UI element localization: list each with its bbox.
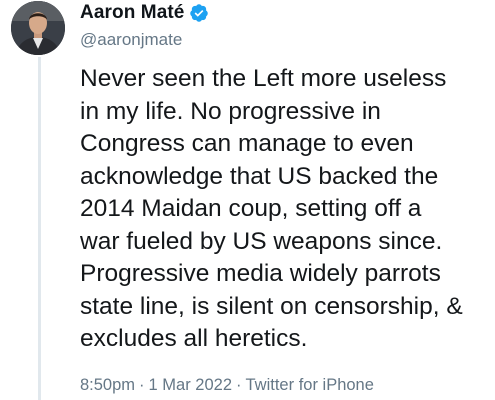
verified-badge-icon: [189, 3, 209, 23]
tweet-date[interactable]: 1 Mar 2022: [149, 376, 232, 395]
thread-line: [38, 57, 41, 400]
avatar[interactable]: [11, 1, 65, 55]
tweet-meta: 8:50pm · 1 Mar 2022 · Twitter for iPhone: [80, 376, 374, 395]
tweet-source[interactable]: Twitter for iPhone: [246, 376, 374, 395]
meta-separator: ·: [139, 376, 145, 394]
tweet-text: Never seen the Left more useless in my l…: [80, 65, 463, 352]
tweet-time[interactable]: 8:50pm: [80, 376, 135, 395]
tweet-header: Aaron Maté @aaronjmate: [80, 0, 209, 50]
meta-separator: ·: [236, 376, 242, 394]
name-row: Aaron Maté: [80, 1, 209, 25]
user-handle[interactable]: @aaronjmate: [80, 30, 209, 50]
avatar-photo: [11, 1, 65, 55]
display-name[interactable]: Aaron Maté: [80, 2, 184, 24]
